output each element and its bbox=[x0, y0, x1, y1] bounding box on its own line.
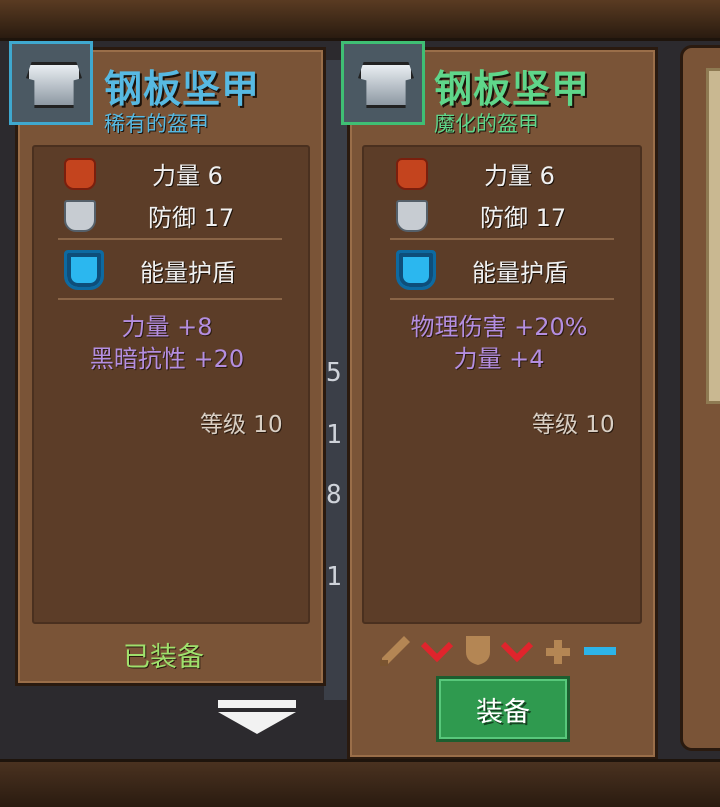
bottom-bar bbox=[0, 759, 720, 807]
item-level: 等级 10 bbox=[200, 412, 283, 438]
ability-label: 能量护盾 bbox=[140, 258, 236, 287]
fist-icon bbox=[64, 157, 96, 190]
bonus-line: 力量 +4 bbox=[453, 345, 545, 373]
item-rarity: 魔化的盔甲 bbox=[434, 112, 539, 136]
fist-icon bbox=[396, 157, 428, 190]
divider bbox=[58, 238, 282, 240]
divider bbox=[390, 298, 614, 300]
ability-row: 能量护盾 bbox=[64, 250, 236, 290]
shield-icon bbox=[64, 199, 96, 232]
divider bbox=[390, 238, 614, 240]
sword-icon bbox=[380, 636, 410, 666]
energy-shield-icon bbox=[64, 250, 104, 290]
ability-label: 能量护盾 bbox=[472, 258, 568, 287]
background-number: 8 bbox=[326, 480, 342, 510]
top-bar bbox=[0, 0, 720, 41]
stat-defense: 防御 17 bbox=[64, 198, 234, 233]
bonus-line: 物理伤害 +20% bbox=[410, 313, 588, 341]
background-number: 1 bbox=[326, 420, 342, 450]
item-title: 钢板坚甲 bbox=[104, 67, 261, 111]
stat-defense: 防御 17 bbox=[396, 198, 566, 233]
energy-shield-icon bbox=[396, 250, 436, 290]
stat-strength: 力量 6 bbox=[64, 156, 223, 191]
shield-icon bbox=[466, 636, 490, 665]
down-red-icon bbox=[420, 641, 454, 663]
divider bbox=[58, 298, 282, 300]
down-red-icon bbox=[500, 641, 534, 663]
equipped-label: 已装备 bbox=[123, 642, 204, 673]
background-number: 5 bbox=[326, 358, 342, 388]
armor-icon bbox=[341, 41, 425, 125]
item-rarity: 稀有的盔甲 bbox=[104, 112, 209, 136]
side-panel-inner bbox=[706, 68, 720, 404]
minus-icon bbox=[584, 647, 616, 655]
stat-label: 力量 6 bbox=[152, 162, 223, 190]
ability-row: 能量护盾 bbox=[396, 250, 568, 290]
plus-icon bbox=[546, 640, 570, 664]
stat-label: 防御 17 bbox=[480, 204, 567, 232]
equip-button[interactable]: 装备 bbox=[436, 676, 570, 742]
bonus-line: 黑暗抗性 +20 bbox=[89, 345, 245, 373]
stat-label: 力量 6 bbox=[484, 162, 555, 190]
scroll-down-arrow-icon[interactable] bbox=[218, 700, 296, 734]
item-level: 等级 10 bbox=[532, 412, 615, 438]
shield-icon bbox=[396, 199, 428, 232]
stat-label: 防御 17 bbox=[148, 204, 235, 232]
item-title: 钢板坚甲 bbox=[434, 67, 591, 111]
background-number: 1 bbox=[326, 562, 342, 592]
bonus-line: 力量 +8 bbox=[121, 313, 213, 341]
stat-strength: 力量 6 bbox=[396, 156, 555, 191]
armor-icon bbox=[9, 41, 93, 125]
